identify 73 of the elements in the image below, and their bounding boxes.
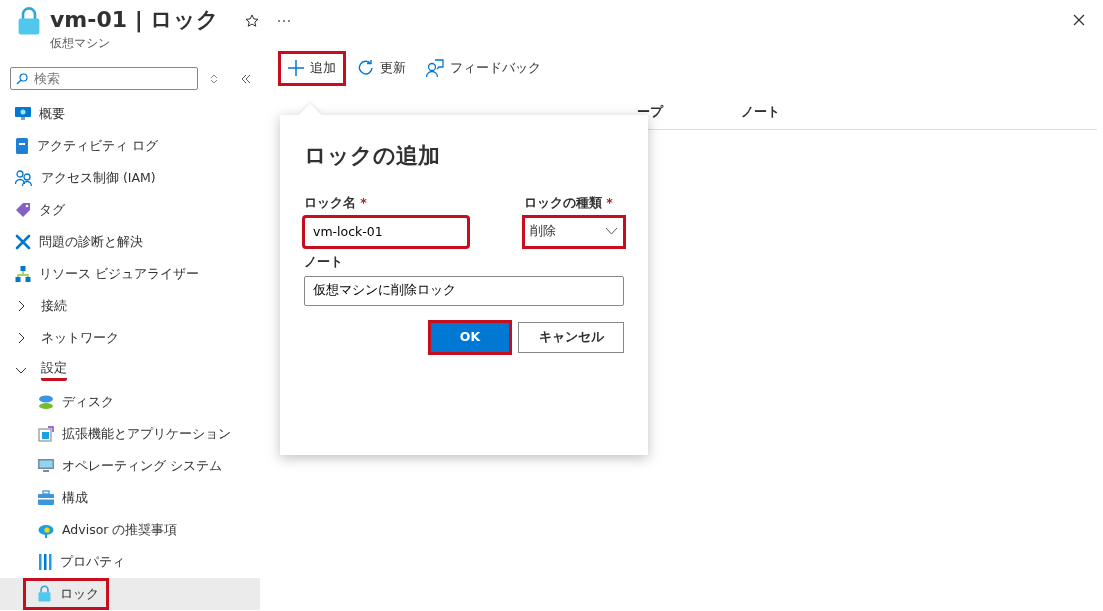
sidebar-item[interactable]: アクティビティ ログ (0, 130, 260, 162)
lock-name-field[interactable]: vm-lock-01 (304, 216, 468, 247)
search-icon (16, 73, 28, 85)
log-book-icon (15, 138, 29, 154)
lock-icon (37, 585, 52, 603)
tag-icon (15, 202, 31, 218)
field-label: ロックの種類 * (524, 194, 614, 212)
sidebar-item[interactable]: 拡張機能とアプリケーション (0, 418, 260, 450)
sidebar-item-label: プロパティ (60, 552, 125, 571)
page-title: vm-01 | ロック (50, 6, 220, 34)
chevron-down-icon (605, 227, 618, 236)
sidebar-item-label: リソース ビジュアライザー (39, 264, 199, 283)
sidebar-item-label: ネットワーク (41, 328, 119, 347)
sidebar-item[interactable]: 設定 (0, 354, 260, 386)
people-icon (15, 170, 33, 186)
sidebar-item[interactable]: ディスク (0, 386, 260, 418)
toolbar-button[interactable]: 更新 (352, 55, 412, 82)
extension-icon (38, 426, 54, 442)
column-header: ノート (741, 102, 781, 121)
computer-icon (38, 458, 54, 474)
sort-icon[interactable] (210, 73, 218, 84)
column-header: ープ (637, 102, 665, 121)
plus-icon (288, 60, 304, 77)
close-icon[interactable] (1073, 14, 1085, 26)
sidebar-item[interactable]: ロック (0, 578, 260, 610)
sidebar-item-label: オペレーティング システム (62, 456, 222, 475)
monitor-icon (15, 106, 31, 122)
sidebar-item-label: 概要 (39, 104, 65, 123)
sidebar-item-label: Advisor の推奨事項 (62, 520, 178, 539)
sidebar-item-label: アクセス制御 (IAM) (41, 168, 156, 187)
disk-icon (38, 394, 54, 410)
cloud-icon (38, 522, 54, 538)
hierarchy-icon (15, 266, 31, 282)
sidebar-item-label: ロック (60, 584, 99, 603)
star-icon[interactable] (245, 14, 260, 28)
field-label: ノート (304, 252, 344, 271)
lock-icon (16, 6, 42, 36)
cancel-button[interactable]: キャンセル (518, 321, 624, 353)
sidebar-item[interactable]: ネットワーク (0, 322, 260, 354)
sidebar-item[interactable]: Advisor の推奨事項 (0, 514, 260, 546)
lock-type-dropdown[interactable]: 削除 (524, 216, 624, 247)
sidebar-item-label: 構成 (62, 488, 88, 507)
feedback-icon (426, 59, 444, 78)
required-mark: * (360, 195, 367, 210)
collapse-icon[interactable] (241, 73, 251, 84)
sidebar-item[interactable]: 構成 (0, 482, 260, 514)
toolbar-button[interactable]: フィードバック (420, 55, 547, 82)
sidebar-item[interactable]: オペレーティング システム (0, 450, 260, 482)
sidebar-item-label: タグ (39, 200, 65, 219)
sidebar-item-label: 拡張機能とアプリケーション (62, 424, 231, 443)
dialog-title: ロックの追加 (304, 142, 441, 170)
sidebar-item[interactable]: 接続 (0, 290, 260, 322)
sidebar-item[interactable]: プロパティ (0, 546, 260, 578)
sidebar-item[interactable]: タグ (0, 194, 260, 226)
sidebar-item-label: 接続 (41, 296, 67, 315)
page-subtitle: 仮想マシン (50, 35, 111, 52)
field-label: ロック名 * (304, 194, 368, 212)
sidebar-item-label: 問題の診断と解決 (39, 232, 143, 251)
toolbox-icon (38, 490, 54, 506)
sidebar-item-label: アクティビティ ログ (37, 136, 158, 155)
sidebar-item[interactable]: アクセス制御 (IAM) (0, 162, 260, 194)
bars-icon (38, 554, 52, 570)
required-mark: * (606, 195, 613, 210)
sidebar-item[interactable]: リソース ビジュアライザー (0, 258, 260, 290)
search-field[interactable]: 検索 (10, 67, 198, 90)
refresh-icon (358, 60, 374, 77)
sidebar-item-label: 設定 (41, 359, 67, 381)
toolbar-button[interactable]: 追加 (280, 53, 344, 84)
sidebar-item[interactable]: 問題の診断と解決 (0, 226, 260, 258)
sidebar-item-label: ディスク (62, 392, 114, 411)
ok-button[interactable]: OK (430, 321, 510, 353)
note-field[interactable]: 仮想マシンに削除ロック (304, 275, 624, 306)
sidebar-item[interactable]: 概要 (0, 98, 260, 130)
